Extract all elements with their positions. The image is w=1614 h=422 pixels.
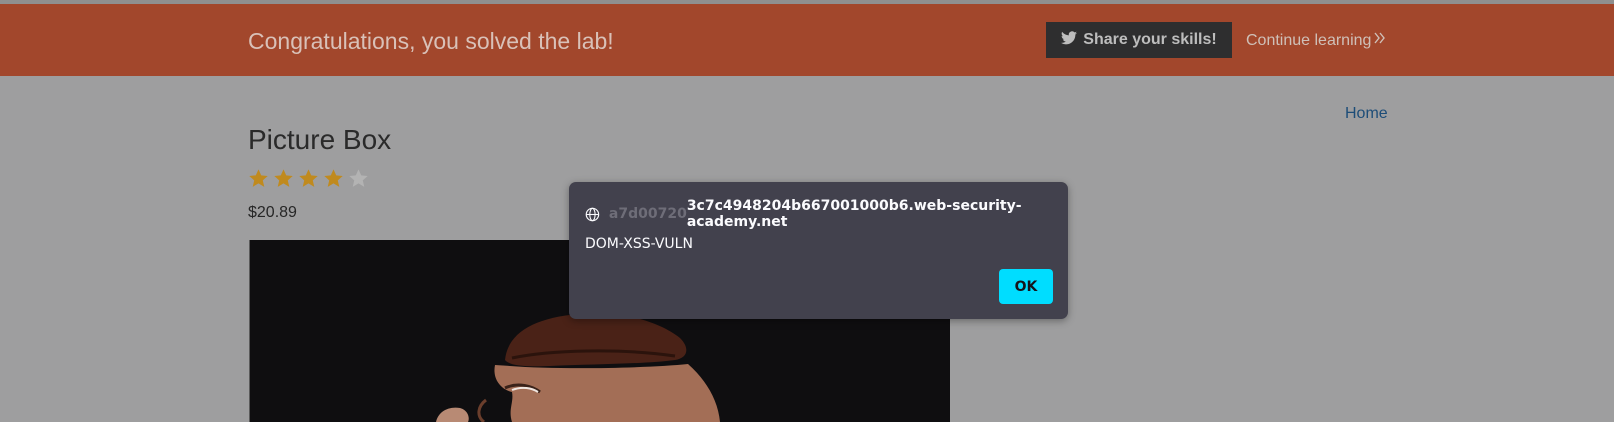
home-link[interactable]: Home [1345, 105, 1388, 123]
star-icon [324, 169, 343, 187]
dialog-origin-domain: 3c7c4948204b667001000b6.web-security-aca… [686, 198, 1022, 230]
dialog-message: DOM-XSS-VULN [585, 236, 693, 252]
star-icon [274, 169, 293, 187]
banner-message: Congratulations, you solved the lab! [248, 28, 614, 54]
star-icon [249, 169, 268, 187]
alert-dialog: a7d00720 3c7c4948204b667001000b6.web-secu… [569, 182, 1068, 319]
share-skills-button[interactable]: Share your skills! [1046, 22, 1232, 58]
star-icon [299, 169, 318, 187]
lab-solved-banner: Congratulations, you solved the lab! Sha… [0, 4, 1614, 76]
continue-learning-label: Continue learning [1246, 31, 1372, 49]
share-skills-label: Share your skills! [1083, 31, 1217, 48]
star-icon [349, 169, 368, 187]
dialog-origin-prefix: a7d00720 [608, 206, 687, 222]
ok-button[interactable]: OK [999, 269, 1053, 304]
double-chevron-right-icon [1371, 31, 1386, 50]
continue-learning-link[interactable]: Continue learning [1246, 31, 1386, 50]
dialog-origin: a7d00720 3c7c4948204b667001000b6.web-secu… [585, 198, 1068, 230]
twitter-icon [1061, 30, 1083, 50]
product-price: $20.89 [248, 204, 297, 221]
product-rating [248, 168, 373, 189]
product-title: Picture Box [248, 124, 392, 155]
globe-icon [585, 207, 600, 221]
